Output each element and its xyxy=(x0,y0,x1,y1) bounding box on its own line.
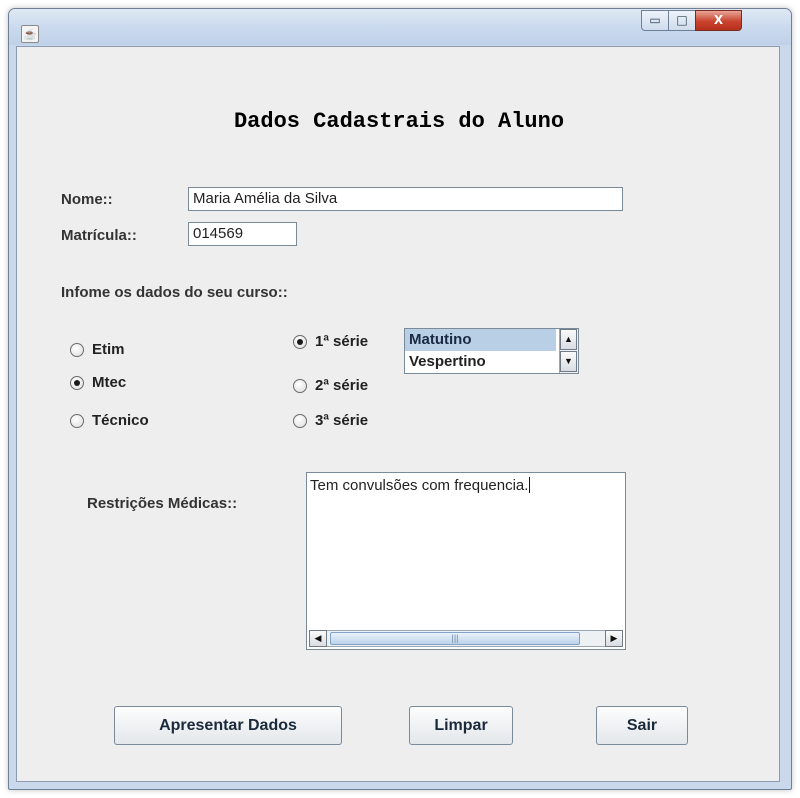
minimize-button[interactable]: ▭ xyxy=(641,10,669,31)
list-item-matutino[interactable]: Matutino xyxy=(405,329,556,351)
nome-label: Nome:: xyxy=(61,191,113,208)
turno-list[interactable]: Matutino Vespertino ▲ ▼ xyxy=(404,328,579,374)
maximize-button[interactable]: □ xyxy=(668,10,696,31)
arrow-down-icon[interactable]: ▼ xyxy=(560,351,577,372)
matricula-field[interactable]: 014569 xyxy=(188,222,297,246)
form-title: Dados Cadastrais do Aluno xyxy=(233,109,565,134)
application-window: ☕ ▭ □ X Dados Cadastrais do Aluno Nome::… xyxy=(8,8,792,790)
arrow-up-icon[interactable]: ▲ xyxy=(560,329,577,350)
java-icon[interactable]: ☕ xyxy=(21,25,39,43)
radio-selected-icon xyxy=(70,375,84,390)
curso-label: Infome os dados do seu curso:: xyxy=(61,284,288,301)
radio-mtec-label: Mtec xyxy=(92,374,127,391)
apresentar-dados-button[interactable]: Apresentar Dados xyxy=(114,706,342,745)
limpar-button[interactable]: Limpar xyxy=(409,706,513,745)
restricoes-label: Restrições Médicas:: xyxy=(87,495,238,512)
nome-field[interactable]: Maria Amélia da Silva xyxy=(188,187,623,211)
restricoes-text: Tem convulsões com frequencia. xyxy=(310,477,531,494)
radio-3-serie-label: 3ª série xyxy=(315,412,369,429)
sair-button[interactable]: Sair xyxy=(596,706,688,745)
scroll-thumb[interactable]: ||| xyxy=(330,632,580,645)
radio-tecnico[interactable]: Técnico xyxy=(70,412,149,429)
close-button[interactable]: X xyxy=(695,10,742,31)
turno-list-scrollbar[interactable]: ▲ ▼ xyxy=(559,329,578,373)
radio-unselected-icon xyxy=(70,413,84,428)
restricoes-textarea[interactable]: Tem convulsões com frequencia. ◀ ||| ▶ xyxy=(306,472,626,650)
radio-3-serie[interactable]: 3ª série xyxy=(293,412,368,429)
radio-selected-icon xyxy=(293,334,307,349)
text-caret xyxy=(529,477,531,493)
radio-2-serie[interactable]: 2ª série xyxy=(293,377,368,394)
matricula-label: Matrícula:: xyxy=(61,227,137,244)
arrow-left-icon[interactable]: ◀ xyxy=(309,630,327,647)
radio-etim-label: Etim xyxy=(92,341,125,358)
radio-tecnico-label: Técnico xyxy=(92,412,149,429)
radio-1-serie[interactable]: 1ª série xyxy=(293,333,368,350)
radio-unselected-icon xyxy=(293,413,307,428)
title-bar[interactable]: ☕ ▭ □ X xyxy=(9,9,791,45)
form-panel: Dados Cadastrais do Aluno Nome:: Maria A… xyxy=(16,46,780,782)
radio-1-serie-label: 1ª série xyxy=(315,333,369,350)
radio-etim[interactable]: Etim xyxy=(70,341,125,358)
radio-mtec[interactable]: Mtec xyxy=(70,374,126,391)
radio-2-serie-label: 2ª série xyxy=(315,377,369,394)
radio-unselected-icon xyxy=(70,342,84,357)
list-item-vespertino[interactable]: Vespertino xyxy=(405,351,556,373)
restricoes-h-scrollbar[interactable]: ◀ ||| ▶ xyxy=(309,630,623,647)
radio-unselected-icon xyxy=(293,378,307,393)
arrow-right-icon[interactable]: ▶ xyxy=(605,630,623,647)
